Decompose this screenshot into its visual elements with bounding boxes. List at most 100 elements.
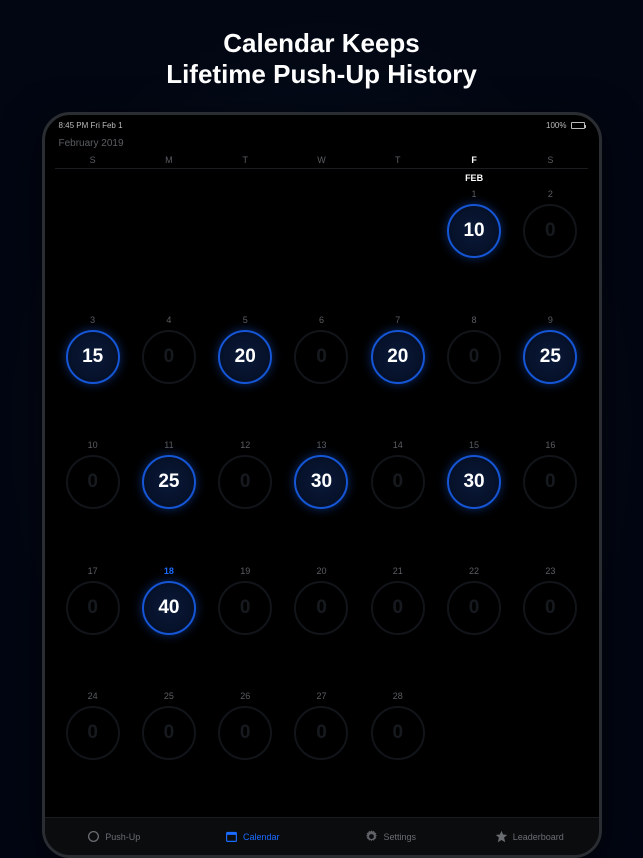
battery-percent: 100% [546, 121, 566, 130]
status-right: 100% [542, 121, 584, 130]
calendar-day-cell[interactable]: 17 0 [55, 560, 131, 686]
calendar-day-cell[interactable]: 240 [55, 685, 131, 811]
day-number: 13 [316, 440, 326, 450]
calendar-day-cell[interactable]: 160 [512, 434, 588, 560]
pushup-count-empty: 0 [142, 706, 196, 760]
day-number: 17 [88, 566, 98, 576]
tab-label: Calendar [243, 832, 280, 842]
pushup-count-empty: 0 [218, 581, 272, 635]
pushup-count-empty: 0 [371, 706, 425, 760]
weekday-header: SMTWTFS [45, 155, 599, 169]
pushup-count-empty: 0 [66, 581, 120, 635]
day-number: 6 [319, 315, 324, 325]
calendar-day-cell[interactable]: 27 0 [283, 685, 359, 811]
day-number: 24 [88, 691, 98, 701]
calendar-day-cell [360, 183, 436, 309]
calendar-day-cell [55, 183, 131, 309]
day-number: 14 [393, 440, 403, 450]
calendar-day-cell[interactable]: 19 0 [207, 560, 283, 686]
day-number: 18 [164, 566, 174, 576]
day-number: 4 [166, 315, 171, 325]
day-number: 27 [316, 691, 326, 701]
pushup-count-empty: 0 [371, 581, 425, 635]
calendar-day-cell[interactable]: 21 0 [360, 560, 436, 686]
calendar-day-cell[interactable]: 12 0 [207, 434, 283, 560]
calendar-day-cell[interactable]: 720 [360, 309, 436, 435]
pushup-count-active: 25 [142, 455, 196, 509]
calendar-day-cell[interactable]: 200 [283, 560, 359, 686]
weekday-label: T [360, 155, 436, 169]
calendar-day-cell[interactable]: 1 10 [436, 183, 512, 309]
calendar-day-cell[interactable]: 1125 [131, 434, 207, 560]
day-number: 5 [243, 315, 248, 325]
calendar-day-cell [207, 183, 283, 309]
calendar-day-cell[interactable]: 1840 [131, 560, 207, 686]
calendar-day-cell[interactable]: 80 [436, 309, 512, 435]
calendar-grid: 1102031540520607208092510011251201330140… [45, 183, 599, 817]
weekday-label: S [55, 155, 131, 169]
pushup-count-empty: 0 [523, 581, 577, 635]
day-number: 16 [545, 440, 555, 450]
calendar-day-cell[interactable]: 315 [55, 309, 131, 435]
headline-line2: Lifetime Push-Up History [166, 59, 477, 90]
weekday-label: M [131, 155, 207, 169]
weekday-label: W [283, 155, 359, 169]
day-number: 1 [472, 189, 477, 199]
tab-calendar[interactable]: Calendar [183, 818, 322, 855]
day-number: 26 [240, 691, 250, 701]
calendar-day-cell[interactable]: 220 [436, 560, 512, 686]
pushup-count-empty: 0 [447, 330, 501, 384]
pushup-count-empty: 0 [294, 706, 348, 760]
calendar-day-cell[interactable]: 5 20 [207, 309, 283, 435]
day-number: 3 [90, 315, 95, 325]
status-time-date: 8:45 PM Fri Feb 1 [59, 121, 123, 130]
calendar-day-cell [131, 183, 207, 309]
tab-push-up[interactable]: Push-Up [45, 818, 184, 855]
calendar-day-cell[interactable]: 13 30 [283, 434, 359, 560]
pushup-count-active: 10 [447, 204, 501, 258]
pushup-count-empty: 0 [523, 204, 577, 258]
pushup-count-empty: 0 [371, 455, 425, 509]
calendar-icon [225, 830, 238, 843]
battery-icon [571, 122, 585, 129]
pushup-count-active: 30 [294, 455, 348, 509]
tab-label: Leaderboard [513, 832, 564, 842]
tab-settings[interactable]: Settings [322, 818, 461, 855]
month-label: February 2019 [45, 132, 599, 153]
calendar-day-cell[interactable]: 40 [131, 309, 207, 435]
day-number: 2 [548, 189, 553, 199]
calendar-day-cell[interactable]: 250 [131, 685, 207, 811]
pushup-count-empty: 0 [218, 455, 272, 509]
pushup-count-active: 40 [142, 581, 196, 635]
day-number: 21 [393, 566, 403, 576]
pushup-count-active: 25 [523, 330, 577, 384]
day-number: 19 [240, 566, 250, 576]
calendar-day-cell[interactable]: 230 [512, 560, 588, 686]
calendar-day-cell[interactable]: 280 [360, 685, 436, 811]
star-icon [495, 830, 508, 843]
day-number: 9 [548, 315, 553, 325]
calendar-day-cell[interactable]: 260 [207, 685, 283, 811]
tab-label: Settings [383, 832, 416, 842]
calendar-day-cell[interactable]: 10 0 [55, 434, 131, 560]
tab-bar: Push-Up Calendar Settings Leaderboard [45, 817, 599, 855]
pushup-count-empty: 0 [294, 330, 348, 384]
weekday-label: T [207, 155, 283, 169]
calendar-day-cell[interactable]: 14 0 [360, 434, 436, 560]
calendar-day-cell[interactable]: 9 25 [512, 309, 588, 435]
circle-icon [87, 830, 100, 843]
day-number: 10 [88, 440, 98, 450]
day-number: 12 [240, 440, 250, 450]
tab-leaderboard[interactable]: Leaderboard [460, 818, 599, 855]
calendar-day-cell[interactable]: 20 [512, 183, 588, 309]
pushup-count-active: 20 [218, 330, 272, 384]
month-tag-row: FEB [45, 169, 599, 183]
calendar-day-cell[interactable]: 60 [283, 309, 359, 435]
pushup-count-active: 30 [447, 455, 501, 509]
pushup-count-active: 20 [371, 330, 425, 384]
day-number: 8 [472, 315, 477, 325]
pushup-count-empty: 0 [66, 455, 120, 509]
calendar-day-cell[interactable]: 1530 [436, 434, 512, 560]
pushup-count-empty: 0 [294, 581, 348, 635]
weekday-label: F [436, 155, 512, 169]
